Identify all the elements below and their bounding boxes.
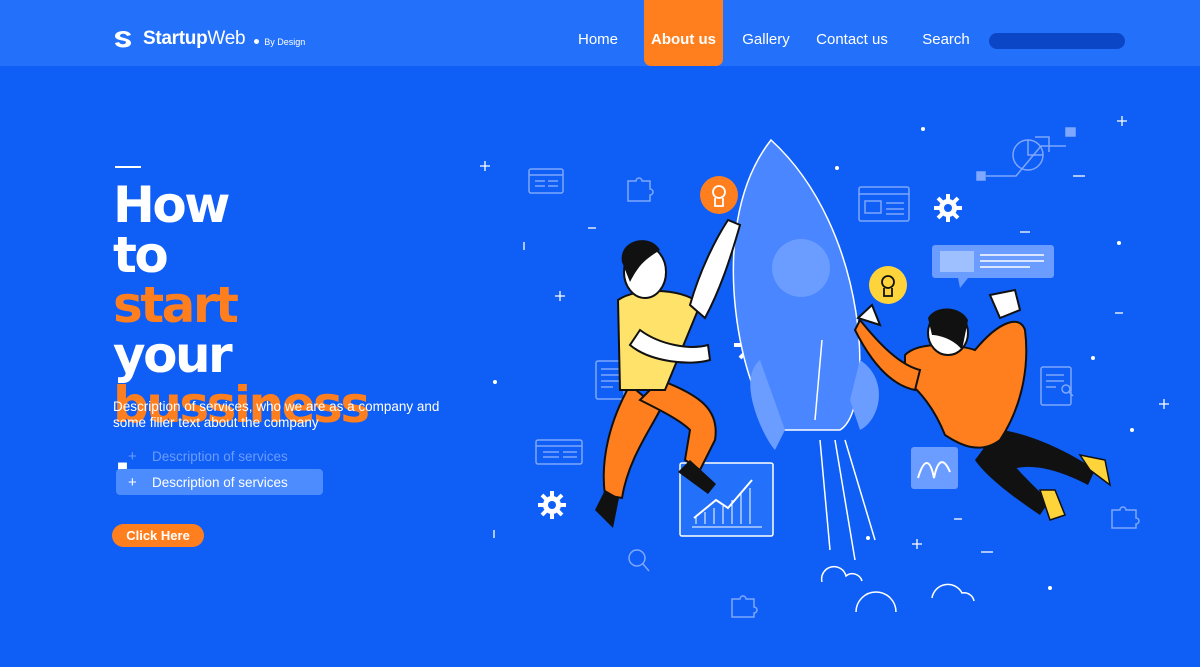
title-word-start: start xyxy=(113,276,239,334)
plus-icon: + xyxy=(128,473,137,491)
title-word-how: How xyxy=(113,176,230,234)
nav-search[interactable]: Search xyxy=(918,0,974,66)
logo-s-icon xyxy=(115,30,131,48)
title-word-to: to xyxy=(113,226,182,284)
nav-gallery[interactable]: Gallery xyxy=(738,0,794,66)
person-right-illustration xyxy=(853,288,1112,521)
hero-accent-dash xyxy=(115,166,141,168)
lightbulb-icon-orange xyxy=(700,176,738,214)
hero-description: Description of services, who we are as a… xyxy=(113,399,440,430)
hero-title: How to start your bussiness. xyxy=(113,180,370,480)
search-input[interactable] xyxy=(989,33,1125,49)
title-word-your: your xyxy=(113,326,233,384)
nav-contact-us[interactable]: Contact us xyxy=(814,0,890,66)
hero-illustration xyxy=(480,116,1169,618)
brand-name-bold: Startup xyxy=(143,28,208,49)
brand-logo[interactable]: StartupWeb By Design xyxy=(112,28,305,50)
hero-title-line-3: your xyxy=(113,330,368,380)
brand-name-regular: Web xyxy=(207,28,246,49)
hero-title-line-1: How xyxy=(113,180,368,230)
service-label: Description of services xyxy=(152,448,288,464)
click-here-button[interactable]: Click Here xyxy=(112,524,204,547)
message-card-icon xyxy=(932,245,1054,288)
chart-card-icon xyxy=(679,447,958,537)
nav-home[interactable]: Home xyxy=(568,0,628,66)
service-label: Description of services xyxy=(152,474,288,490)
hero-title-line-2: to start xyxy=(113,230,368,330)
nav-about-us[interactable]: About us xyxy=(644,0,723,66)
service-item-active[interactable]: + Description of services xyxy=(116,469,323,495)
top-navigation-bar: StartupWeb By Design Home About us Galle… xyxy=(0,0,1200,66)
brand-tagline: By Design xyxy=(264,37,306,47)
plus-icon: + xyxy=(128,447,137,465)
lightbulb-icon-yellow xyxy=(869,266,907,304)
brand-dot xyxy=(254,38,260,44)
service-item[interactable]: + Description of services xyxy=(116,443,323,469)
brand-name: StartupWeb xyxy=(143,28,246,50)
